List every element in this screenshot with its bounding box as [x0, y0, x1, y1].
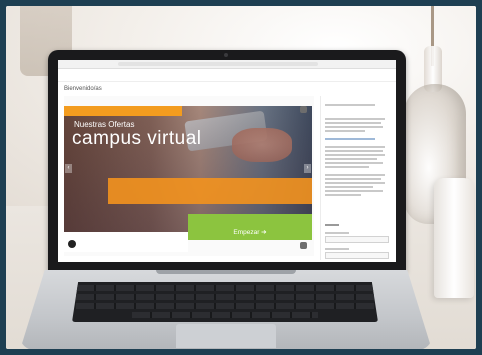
page-title: Bienvenido/as — [64, 86, 102, 92]
login-heading — [325, 224, 339, 226]
trackpad — [176, 324, 276, 348]
text-line — [325, 154, 385, 156]
banner-info-box — [108, 178, 312, 204]
password-label — [325, 248, 349, 250]
username-label — [325, 232, 349, 234]
laptop-lid: Bienvenido/as Nuestras Ofertas campus vi… — [48, 50, 406, 272]
keyboard — [72, 282, 378, 322]
text-line — [325, 146, 385, 148]
sidebar-login — [320, 96, 393, 260]
text-line — [325, 174, 385, 176]
photo-frame: Bienvenido/as Nuestras Ofertas campus vi… — [6, 6, 476, 349]
banner-footer — [64, 232, 188, 252]
webcam-icon — [224, 53, 228, 57]
sidebar-header-line — [325, 104, 375, 106]
text-line — [325, 150, 383, 152]
text-line — [325, 178, 381, 180]
key-row — [76, 294, 374, 300]
key-row — [76, 303, 374, 309]
text-line — [325, 126, 383, 128]
password-field[interactable] — [325, 252, 389, 259]
sidebar-link[interactable] — [325, 138, 375, 140]
carousel-prev-icon[interactable]: ‹ — [65, 164, 72, 173]
text-line — [325, 158, 377, 160]
key-row — [76, 285, 374, 291]
banner-orange-tab — [64, 106, 182, 116]
text-line — [325, 182, 385, 184]
space-bar-row — [132, 312, 318, 318]
laptop-hinge — [156, 270, 296, 274]
white-cup — [434, 178, 474, 298]
carousel-next-icon[interactable]: › — [304, 164, 311, 173]
text-line — [325, 118, 385, 120]
text-line — [325, 190, 383, 192]
text-line — [325, 122, 381, 124]
site-header — [58, 69, 396, 82]
banner-title: campus virtual — [72, 128, 202, 149]
text-line — [325, 130, 365, 132]
logo-icon — [68, 240, 76, 248]
text-line — [325, 166, 369, 168]
text-line — [325, 162, 383, 164]
edit-icon[interactable] — [300, 242, 307, 249]
username-field[interactable] — [325, 236, 389, 243]
start-button[interactable]: Empezar ➔ — [188, 226, 312, 240]
settings-icon[interactable] — [300, 106, 307, 113]
start-button-top — [188, 214, 312, 226]
browser-toolbar — [58, 60, 396, 69]
text-line — [325, 186, 373, 188]
address-bar[interactable] — [118, 62, 318, 66]
laptop-screen: Bienvenido/as Nuestras Ofertas campus vi… — [58, 60, 396, 262]
text-line — [325, 194, 361, 196]
